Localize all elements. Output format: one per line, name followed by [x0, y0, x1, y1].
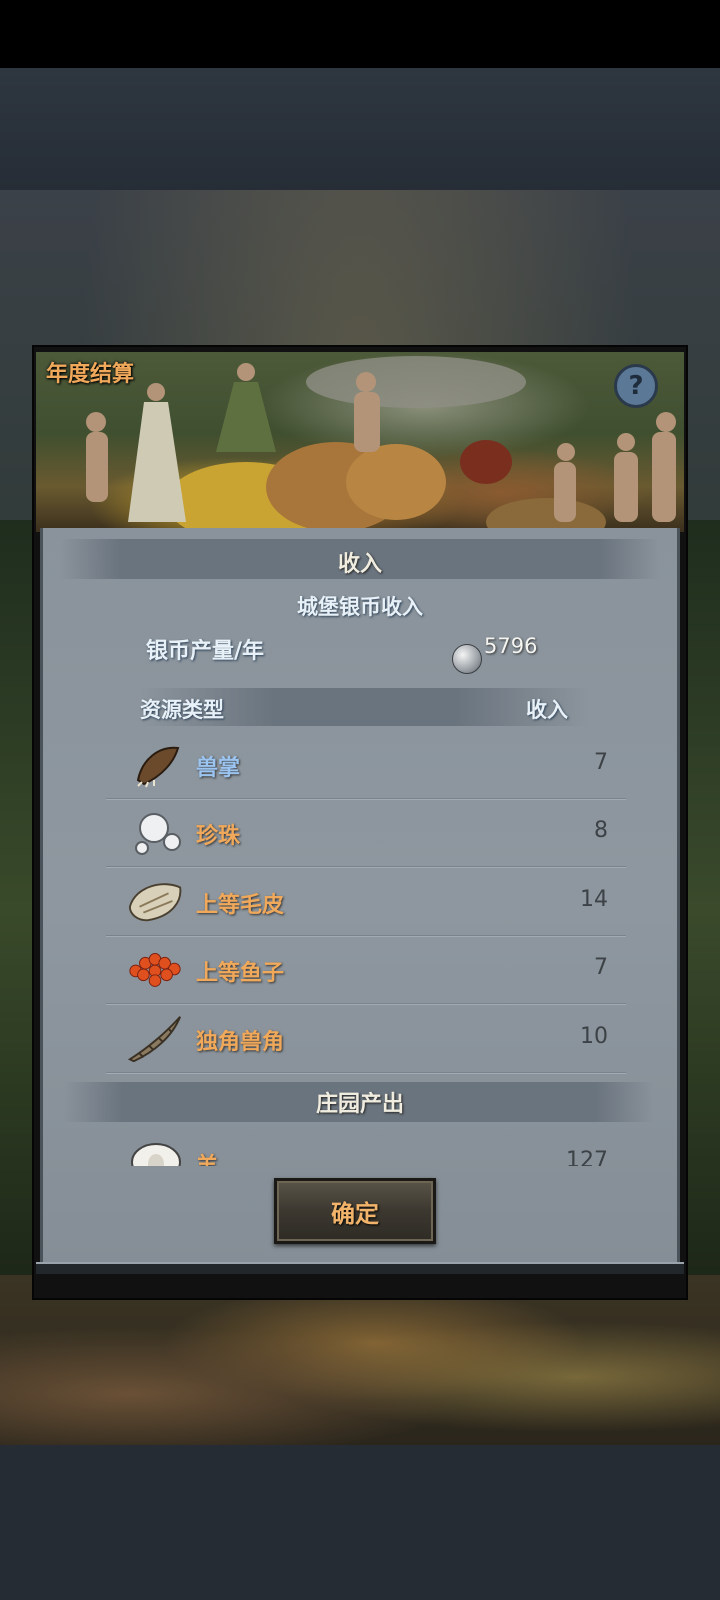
row-value: 14: [580, 887, 608, 912]
list-item: 上等鱼子 7: [106, 935, 626, 1004]
column-income: 收入: [526, 698, 568, 722]
status-bar: [0, 0, 720, 68]
manor-section-title: 庄园产出: [315, 1092, 404, 1117]
dialog-title: 年度结算: [46, 362, 135, 387]
row-name: 上等鱼子: [196, 961, 285, 986]
row-value: 8: [594, 818, 608, 843]
row-name: 上等毛皮: [196, 893, 285, 918]
silver-output-label: 银币产量/年: [146, 639, 265, 664]
list-item: 珍珠 8: [106, 798, 626, 867]
beast-paw-icon: [136, 746, 180, 788]
content-bottom-border: [36, 1262, 684, 1274]
silver-coin-icon: [452, 644, 482, 674]
list-item: 独角兽角 10: [106, 1004, 626, 1073]
background-crowd-illustration: [0, 1275, 720, 1445]
fish-roe-icon: [129, 953, 181, 987]
row-value: 7: [594, 955, 608, 980]
column-resource-type: 资源类型: [140, 698, 224, 722]
silver-output-value: 5796: [484, 634, 538, 658]
row-name: 珍珠: [196, 824, 241, 849]
unicorn-horn-icon: [127, 1016, 182, 1062]
castle-silver-title: 城堡银币收入: [297, 595, 423, 619]
sheep-icon: [131, 1143, 181, 1166]
row-name: 兽掌: [196, 756, 241, 781]
background-top: [0, 68, 720, 190]
pearl-icon: [135, 813, 181, 855]
fur-icon: [128, 883, 182, 922]
help-button[interactable]: ?: [614, 364, 658, 408]
row-name: 独角兽角: [196, 1030, 285, 1055]
row-value: 7: [594, 750, 608, 775]
background-bottom: [0, 1445, 720, 1600]
list-item: 羊 127: [106, 1128, 626, 1166]
row-value: 127: [566, 1148, 608, 1166]
resource-list[interactable]: 兽掌 7 珍珠 8 上等毛皮 14 上等鱼子 7 独角兽角 10 庄园产出 12…: [40, 730, 680, 1166]
list-item: 兽掌 7: [106, 730, 626, 799]
list-item: 上等毛皮 14: [106, 867, 626, 936]
income-section-title: 收入: [337, 552, 382, 577]
row-value: 10: [580, 1024, 608, 1049]
confirm-button[interactable]: 确定: [274, 1178, 436, 1244]
question-mark-icon: ?: [628, 371, 644, 401]
row-name: 羊: [196, 1148, 218, 1166]
